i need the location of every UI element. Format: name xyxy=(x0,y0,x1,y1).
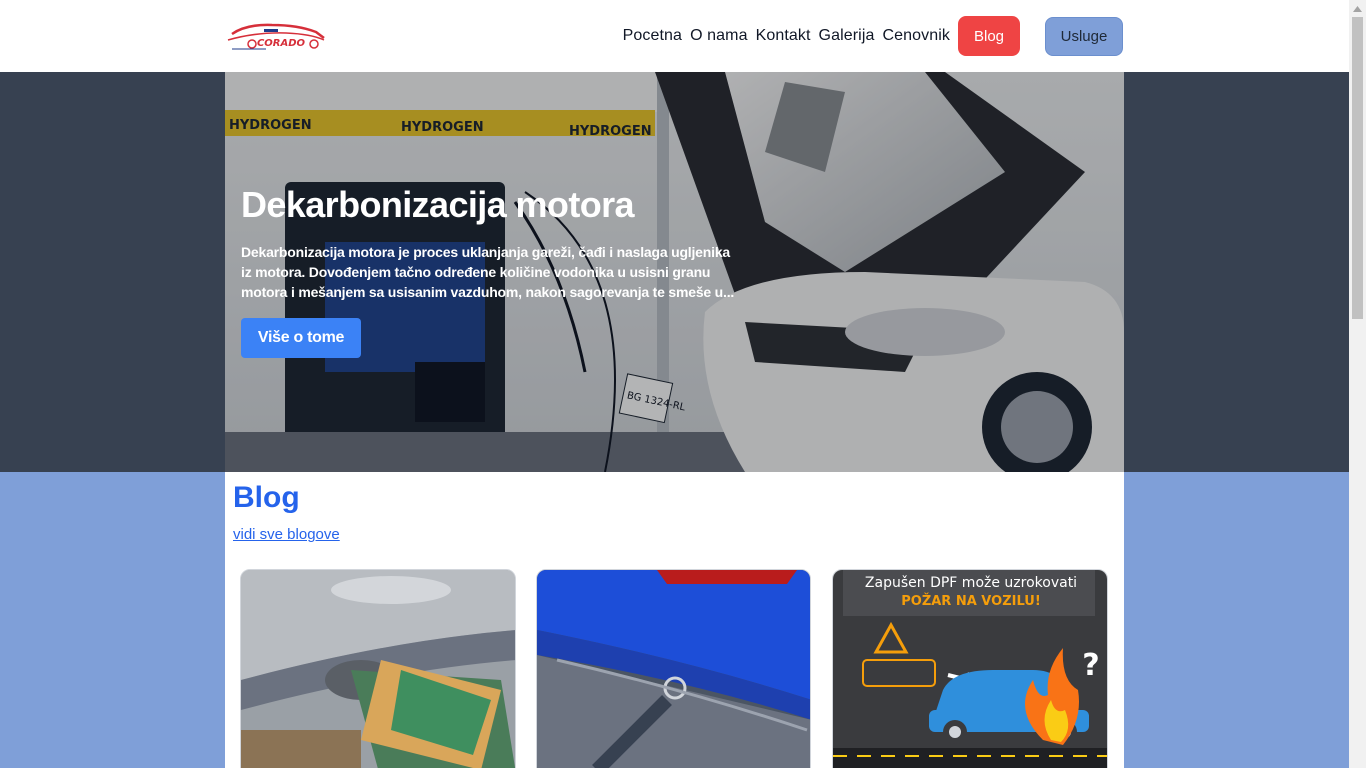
logo[interactable]: CORADO xyxy=(226,20,326,52)
main-nav: Pocetna O nama Kontakt Galerija Cenovnik… xyxy=(623,16,1123,56)
nav-kontakt[interactable]: Kontakt xyxy=(756,27,811,45)
card-caption-line2: POŽAR NA VOZILU! xyxy=(901,593,1041,609)
card-caption-line1: Zapušen DPF može uzrokovati xyxy=(865,575,1077,591)
dpf-fire-infographic-image: Zapušen DPF može uzrokovati POŽAR NA VOZ… xyxy=(833,570,1107,768)
exhaust-money-image xyxy=(241,570,515,768)
usluge-button[interactable]: Usluge xyxy=(1045,16,1123,56)
blog-button[interactable]: Blog xyxy=(958,16,1020,56)
car-logo-icon: CORADO xyxy=(227,23,325,50)
hero-slide: HYDROGEN HYDROGEN HYDROGEN BG 1324-RL De… xyxy=(225,72,1124,472)
more-info-button[interactable]: Više o tome xyxy=(241,318,361,358)
blog-section: Blog vidi sve blogove Zapušen DPF može u… xyxy=(225,472,1124,768)
blog-heading: Blog xyxy=(233,481,300,514)
tailpipe-image xyxy=(537,570,810,768)
page-scrollbar[interactable] xyxy=(1349,0,1366,768)
site-header: CORADO Pocetna O nama Kontakt Galerija C… xyxy=(0,0,1349,72)
hero-title: Dekarbonizacija motora xyxy=(241,184,635,225)
see-all-blogs-link[interactable]: vidi sve blogove xyxy=(233,526,340,543)
scroll-up-arrow-icon[interactable] xyxy=(1349,0,1366,17)
nav-pocetna[interactable]: Pocetna xyxy=(623,27,682,45)
logo-text: CORADO xyxy=(257,38,306,49)
blog-card[interactable]: Zapušen DPF može uzrokovati POŽAR NA VOZ… xyxy=(832,569,1108,768)
nav-cenovnik[interactable]: Cenovnik xyxy=(882,27,950,45)
hero-description: Dekarbonizacija motora je proces uklanja… xyxy=(241,244,735,300)
question-mark-icon: ? xyxy=(1082,648,1099,683)
page-viewport: CORADO Pocetna O nama Kontakt Galerija C… xyxy=(0,0,1349,768)
nav-galerija[interactable]: Galerija xyxy=(819,27,875,45)
blog-card[interactable] xyxy=(240,569,516,768)
scrollbar-thumb[interactable] xyxy=(1352,17,1363,319)
blog-card[interactable] xyxy=(536,569,811,768)
nav-o-nama[interactable]: O nama xyxy=(690,27,748,45)
